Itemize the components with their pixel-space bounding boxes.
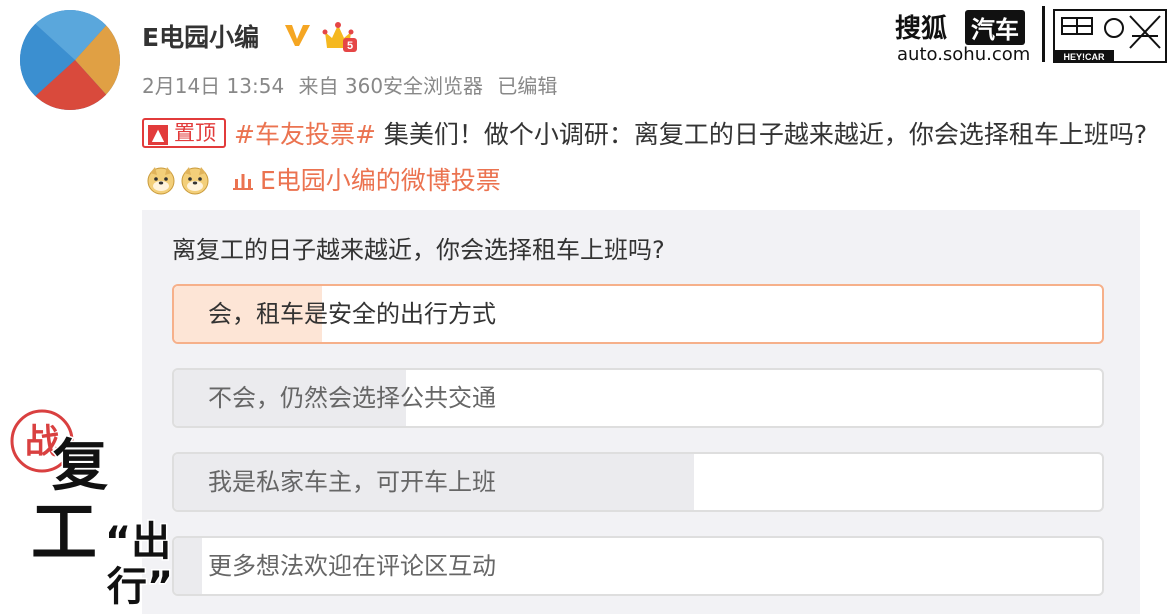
option-label: 我是私家车主，可开车上班	[208, 468, 496, 496]
post-date[interactable]: 2月14日 13:54	[142, 74, 284, 98]
author-name[interactable]: E电园小编	[142, 18, 259, 54]
brand-name-b: 汽车	[965, 10, 1025, 45]
poll-link-label: E电园小编的微博投票	[259, 166, 501, 195]
option-label: 会，租车是安全的出行方式	[208, 300, 496, 328]
author-avatar[interactable]	[20, 10, 120, 110]
doge-emoji-icon	[147, 167, 175, 195]
poll-option[interactable]: 不会，仍然会选择公共交通	[172, 368, 1104, 428]
heycar-logo-text: HEY!CAR	[1063, 52, 1105, 62]
poll-link[interactable]: E电园小编的微博投票	[232, 166, 501, 195]
stamp-char: “出	[105, 519, 171, 565]
poll-option[interactable]: 我是私家车主，可开车上班	[172, 452, 1104, 512]
stamp-char: 工	[31, 494, 97, 571]
pinned-label: 置顶	[174, 121, 216, 145]
sohu-auto-watermark: 搜狐 汽车 auto.sohu.com	[895, 6, 1035, 66]
poll-option[interactable]: 更多想法欢迎在评论区互动	[172, 536, 1104, 596]
verified-v-icon	[285, 25, 310, 46]
svg-text:5: 5	[347, 40, 353, 52]
post-content: ▲ 置顶 #车友投票# 集美们！做个小调研：离复工的日子越来越近，你会选择租车上班吗…	[142, 112, 1152, 204]
hashtag-link[interactable]: #车友投票#	[234, 120, 376, 149]
brand-domain: auto.sohu.com	[897, 44, 1031, 65]
heycar-logo: HEY!CAR	[1053, 9, 1167, 63]
poll-card: 离复工的日子越来越近，你会选择租车上班吗? 会，租车是安全的出行方式 不会，仍然…	[142, 210, 1140, 614]
calligraphy-stamp: 战 复 工 “出 行”	[10, 409, 175, 612]
stamp-char: 行”	[107, 564, 173, 610]
post-body: 集美们！做个小调研：离复工的日子越来越近，你会选择租车上班吗?	[383, 120, 1148, 149]
option-label: 更多想法欢迎在评论区互动	[208, 552, 496, 580]
avatar-image	[20, 10, 120, 110]
stamp-char: 复	[52, 434, 108, 499]
pinned-tag: ▲ 置顶	[142, 118, 226, 148]
pin-up-arrow-icon: ▲	[148, 125, 168, 145]
poll-question: 离复工的日子越来越近，你会选择租车上班吗?	[172, 236, 665, 264]
vip-crown-icon: 5	[322, 22, 357, 52]
brand-name-a: 搜狐	[895, 14, 948, 44]
brand-divider	[1042, 6, 1045, 62]
post-source: 来自 360安全浏览器	[298, 74, 484, 98]
option-label: 不会，仍然会选择公共交通	[208, 384, 496, 412]
edited-label[interactable]: 已编辑	[497, 74, 557, 98]
doge-emoji-icon	[181, 167, 209, 195]
poll-icon	[232, 174, 253, 190]
poll-option[interactable]: 会，租车是安全的出行方式	[172, 284, 1104, 344]
post-meta: 2月14日 13:54 来自 360安全浏览器 已编辑	[142, 70, 565, 99]
